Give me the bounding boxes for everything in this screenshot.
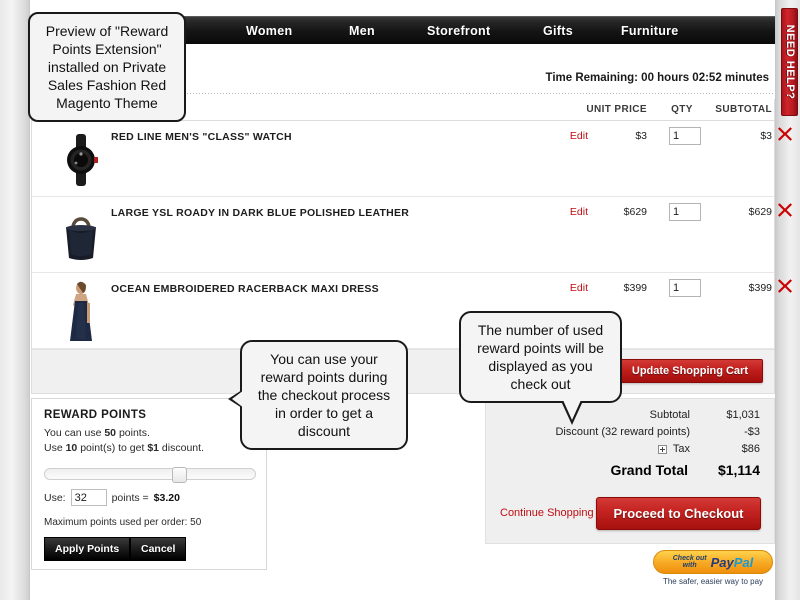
cart-row: OCEAN EMBROIDERED RACERBACK MAXI DRESS Ed… bbox=[32, 273, 792, 349]
nav-item-gifts[interactable]: Gifts bbox=[543, 17, 573, 45]
paypal-checkout-text: Check out with bbox=[673, 555, 707, 569]
order-totals-panel: Subtotal $1,031 Discount (32 reward point… bbox=[485, 398, 775, 544]
available-points-suffix: points. bbox=[116, 427, 150, 439]
paypal-logo-pal: Pal bbox=[733, 554, 754, 570]
nav-item-storefront[interactable]: Storefront bbox=[427, 17, 490, 45]
callout-points-displayed: The number of used reward points will be… bbox=[459, 311, 622, 425]
available-points-value: 50 bbox=[104, 427, 117, 439]
nav-item-men[interactable]: Men bbox=[349, 17, 375, 45]
handbag-thumbnail[interactable] bbox=[53, 205, 109, 267]
update-shopping-cart-button[interactable]: Update Shopping Cart bbox=[616, 359, 763, 383]
time-remaining-label: Time Remaining: 00 hours 02:52 minutes bbox=[545, 72, 769, 84]
cancel-points-button[interactable]: Cancel bbox=[130, 537, 187, 561]
rate-points: 10 bbox=[65, 442, 78, 454]
cart-row: RED LINE MEN'S "CLASS" WATCHEdit$3$3 bbox=[32, 121, 792, 197]
callout-displayed-text: The number of used reward points will be… bbox=[477, 322, 604, 392]
column-header-unit-price: UNIT PRICE bbox=[586, 104, 647, 115]
rate-suffix: discount. bbox=[159, 442, 204, 454]
totals-row-discount: Discount (32 reward points) -$3 bbox=[542, 426, 760, 438]
callout-preview-text: Preview of "Reward Points Extension" ins… bbox=[45, 23, 169, 111]
callout-checkout-text: You can use your reward points during th… bbox=[257, 351, 391, 439]
paypal-tagline: The safer, easier way to pay bbox=[662, 577, 764, 586]
paypal-checkout-area[interactable]: Check out with PayPal The safer, easier … bbox=[653, 550, 773, 586]
paypal-button[interactable]: Check out with PayPal bbox=[653, 550, 773, 574]
callout-preview: Preview of "Reward Points Extension" ins… bbox=[28, 12, 186, 122]
need-help-tab[interactable]: NEED HELP? bbox=[781, 8, 798, 116]
nav-item-furniture[interactable]: Furniture bbox=[621, 17, 679, 45]
product-name[interactable]: LARGE YSL ROADY IN DARK BLUE POLISHED LE… bbox=[111, 206, 531, 220]
totals-row-tax: Tax $86 bbox=[542, 443, 760, 455]
reward-points-title: REWARD POINTS bbox=[44, 409, 147, 421]
grand-total-label: Grand Total bbox=[610, 462, 688, 478]
tax-label-wrap: Tax bbox=[542, 443, 702, 455]
watch-thumbnail[interactable] bbox=[53, 129, 109, 191]
reward-points-slider-handle[interactable] bbox=[172, 467, 188, 483]
points-discount-amount: $3.20 bbox=[153, 491, 180, 504]
apply-points-button[interactable]: Apply Points bbox=[44, 537, 131, 561]
rate-middle: point(s) to get bbox=[77, 442, 148, 454]
use-points-row: Use: points = $3.20 bbox=[44, 489, 180, 506]
qty-input[interactable] bbox=[669, 127, 701, 145]
page-root: Women Men Storefront Gifts Furniture NEED HE… bbox=[0, 0, 800, 600]
paypal-logo-pay: Pay bbox=[710, 554, 734, 570]
reward-points-slider[interactable] bbox=[44, 467, 256, 483]
available-points-text: You can use 50 points. bbox=[44, 427, 150, 439]
tax-value: $86 bbox=[741, 443, 760, 455]
row-subtotal-value: $399 bbox=[748, 282, 772, 294]
callout-checkout-tail-fill bbox=[232, 390, 244, 408]
conversion-rate-text: Use 10 point(s) to get $1 discount. bbox=[44, 442, 204, 454]
max-points-per-order-text: Maximum points used per order: 50 bbox=[44, 517, 202, 528]
reward-points-panel: REWARD POINTS You can use 50 points. Use… bbox=[31, 398, 267, 570]
discount-value: -$3 bbox=[744, 426, 760, 438]
unit-price-value: $399 bbox=[623, 282, 647, 294]
callout-checkout-discount: You can use your reward points during th… bbox=[228, 340, 408, 450]
page-gutter-left bbox=[0, 0, 30, 600]
rate-prefix: Use bbox=[44, 442, 66, 454]
need-help-label: NEED HELP? bbox=[783, 24, 796, 100]
product-name[interactable]: OCEAN EMBROIDERED RACERBACK MAXI DRESS bbox=[111, 282, 531, 296]
qty-input[interactable] bbox=[669, 203, 701, 221]
callout-displayed-tail-fill bbox=[563, 400, 581, 420]
unit-price-value: $629 bbox=[623, 206, 647, 218]
paypal-check-line2: with bbox=[682, 562, 697, 569]
paypal-logo: PayPal bbox=[711, 556, 754, 569]
cart-rows-container: RED LINE MEN'S "CLASS" WATCHEdit$3$3LARG… bbox=[32, 121, 792, 349]
tax-label: Tax bbox=[672, 443, 690, 455]
qty-input[interactable] bbox=[669, 279, 701, 297]
cart-row: LARGE YSL ROADY IN DARK BLUE POLISHED LE… bbox=[32, 197, 792, 273]
column-header-qty: QTY bbox=[671, 104, 693, 115]
remove-item-icon[interactable] bbox=[777, 278, 793, 294]
rate-discount: $1 bbox=[147, 442, 160, 454]
available-points-prefix: You can use bbox=[44, 427, 105, 439]
unit-price-value: $3 bbox=[635, 130, 647, 142]
row-subtotal-value: $629 bbox=[748, 206, 772, 218]
expand-tax-icon[interactable] bbox=[657, 444, 667, 454]
nav-item-women[interactable]: Women bbox=[246, 17, 292, 45]
continue-shopping-link[interactable]: Continue Shopping bbox=[500, 507, 594, 519]
remove-item-icon[interactable] bbox=[777, 202, 793, 218]
column-header-subtotal: SUBTOTAL bbox=[715, 104, 772, 115]
row-subtotal-value: $3 bbox=[760, 130, 772, 142]
use-points-label: Use: bbox=[44, 491, 66, 504]
remove-item-icon[interactable] bbox=[777, 126, 793, 142]
use-points-input[interactable] bbox=[70, 489, 107, 506]
discount-label: Discount (32 reward points) bbox=[555, 426, 690, 438]
totals-row-grand-total: Grand Total $1,114 bbox=[545, 462, 760, 478]
proceed-to-checkout-button[interactable]: Proceed to Checkout bbox=[596, 497, 761, 530]
subtotal-value: $1,031 bbox=[726, 409, 760, 421]
points-equals-label: points = bbox=[111, 491, 149, 504]
grand-total-value: $1,114 bbox=[717, 462, 760, 478]
product-name[interactable]: RED LINE MEN'S "CLASS" WATCH bbox=[111, 130, 531, 144]
paypal-check-line1: Check out bbox=[672, 555, 707, 562]
dress-thumbnail[interactable] bbox=[53, 281, 109, 343]
